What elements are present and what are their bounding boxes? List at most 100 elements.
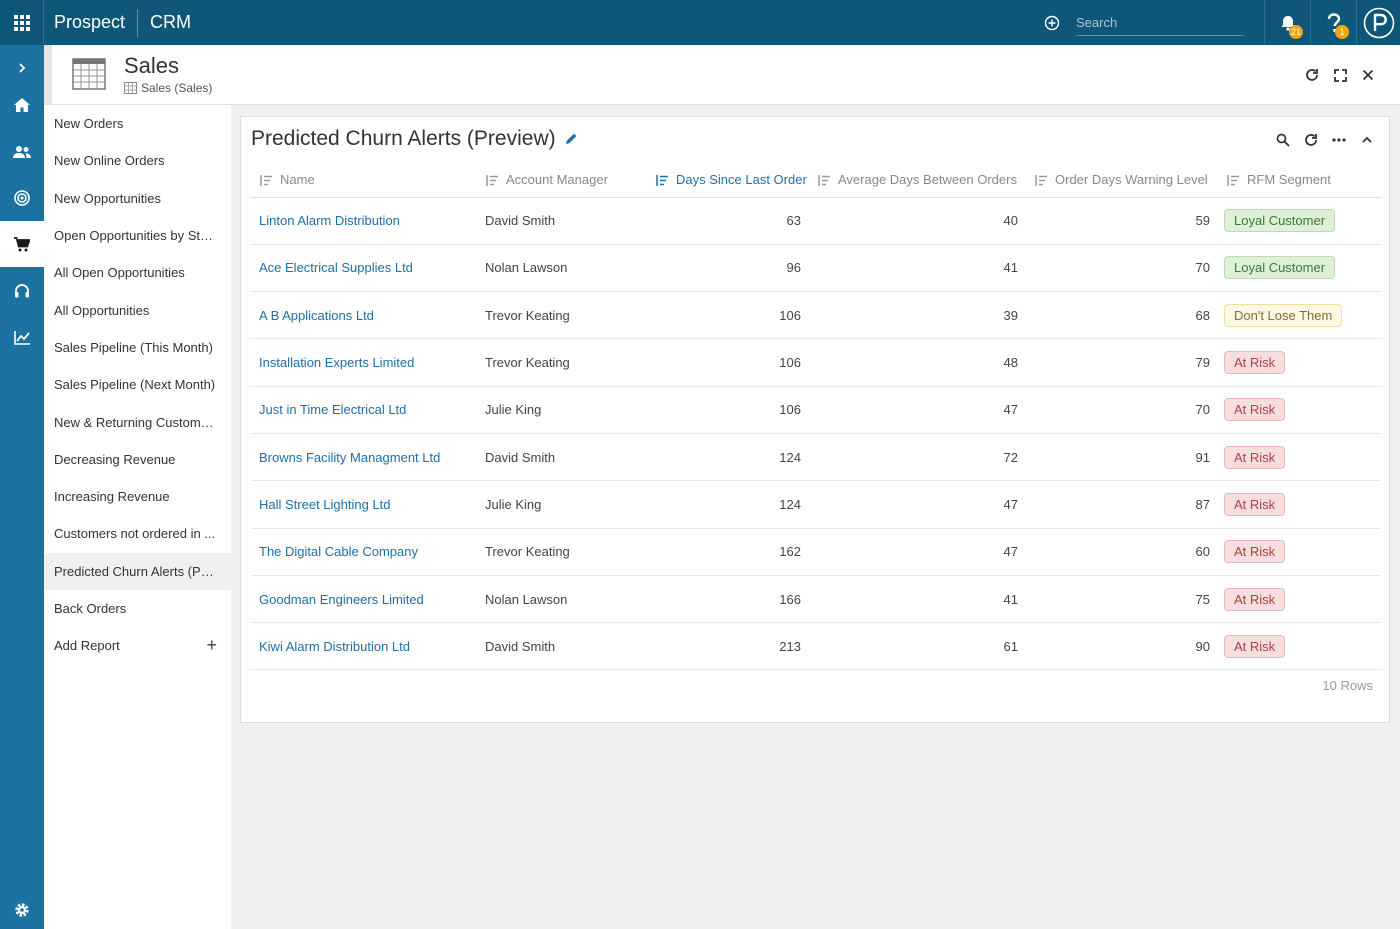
table-row[interactable]: Linton Alarm Distribution David Smith 63 40… [251,197,1381,245]
report-panel: Predicted Churn Alerts (Preview) Name Acc… [240,116,1390,723]
column-header[interactable]: Days Since Last Order [647,163,809,198]
report-item[interactable]: Decreasing Revenue [44,441,231,478]
expand-icon [1333,68,1347,82]
report-list: New Orders New Online Orders New Opportuni… [44,105,231,929]
average-days-between-orders: 41 [809,575,1026,624]
home-icon [14,98,30,112]
refresh-page-button[interactable] [1304,67,1320,83]
table-row[interactable]: Ace Electrical Supplies Ltd Nolan Lawson 9… [251,244,1381,293]
app-name[interactable]: CRM [150,12,191,33]
quick-add-button[interactable] [1042,13,1062,33]
column-header[interactable]: Name [251,163,477,198]
sidebar-item-home[interactable] [0,82,44,128]
report-item-label: Customers not ordered in ... [54,526,216,542]
column-header-label: RFM Segment [1247,172,1331,188]
sidebar-item-sales[interactable] [0,221,44,267]
column-header-label: Days Since Last Order [676,172,807,188]
report-item[interactable]: Customers not ordered in ... [44,515,231,552]
report-item[interactable]: New & Returning Customers [44,403,231,440]
days-since-last-order: 106 [647,338,809,387]
account-name-link[interactable]: Hall Street Lighting Ltd [251,480,477,529]
report-item[interactable]: New Opportunities [44,180,231,217]
table-row[interactable]: Just in Time Electrical Ltd Julie King 106… [251,386,1381,434]
average-days-between-orders: 41 [809,244,1026,293]
rfm-segment-cell: At Risk [1218,622,1381,671]
report-item[interactable]: New Online Orders [44,142,231,179]
report-item-label: New Orders [54,116,124,132]
account-name-link[interactable]: A B Applications Ltd [251,291,477,340]
column-header[interactable]: Account Manager [477,163,647,198]
sidebar-item-analytics[interactable] [0,315,44,361]
days-since-last-order: 166 [647,575,809,624]
report-item[interactable]: Sales Pipeline (Next Month) [44,366,231,403]
refresh-report-button[interactable] [1303,132,1319,148]
order-days-warning-level: 70 [1026,244,1218,293]
user-avatar-button[interactable] [1356,0,1400,45]
account-name-link[interactable]: The Digital Cable Company [251,528,477,576]
table-row[interactable]: Hall Street Lighting Ltd Julie King 124 47 8… [251,480,1381,529]
column-header[interactable]: RFM Segment [1218,163,1381,198]
search-icon [1276,133,1290,147]
brand-separator [137,8,139,37]
sidebar-item-service[interactable] [0,268,44,314]
account-name-link[interactable]: Kiwi Alarm Distribution Ltd [251,622,477,671]
add-report-button[interactable]: Add Report + [44,627,231,664]
table-row[interactable]: Installation Experts Limited Trevor Keati… [251,338,1381,387]
column-header[interactable]: Order Days Warning Level [1026,163,1218,198]
apps-grid-button[interactable] [0,0,44,45]
report-item[interactable]: Sales Pipeline (This Month) [44,329,231,366]
report-item[interactable]: Increasing Revenue [44,478,231,515]
sidebar-item-settings[interactable] [0,887,44,929]
headset-icon [15,284,29,298]
account-name-link[interactable]: Browns Facility Managment Ltd [251,433,477,482]
rfm-segment-cell: At Risk [1218,480,1381,529]
collapse-panel-button[interactable] [1359,132,1375,148]
days-since-last-order: 124 [647,480,809,529]
account-name-link[interactable]: Just in Time Electrical Ltd [251,386,477,434]
table-row[interactable]: A B Applications Ltd Trevor Keating 106 39 6… [251,291,1381,340]
fullscreen-button[interactable] [1332,67,1348,83]
sidebar-item-marketing[interactable] [0,175,44,221]
search-input[interactable] [1076,14,1252,30]
report-item-label: Predicted Churn Alerts (Pre... [54,563,217,579]
account-name-link[interactable]: Linton Alarm Distribution [251,197,477,245]
average-days-between-orders: 47 [809,528,1026,576]
report-item[interactable]: All Opportunities [44,291,231,328]
column-header[interactable]: Average Days Between Orders [809,163,1026,198]
account-name-link[interactable]: Installation Experts Limited [251,338,477,387]
report-item[interactable]: Predicted Churn Alerts (Pre... [44,552,231,590]
table-row[interactable]: Browns Facility Managment Ltd David Smith… [251,433,1381,482]
sidebar-item-contacts[interactable] [0,129,44,175]
search-report-button[interactable] [1275,132,1291,148]
account-name-link[interactable]: Ace Electrical Supplies Ltd [251,244,477,293]
edit-pencil-icon[interactable] [564,132,578,146]
header-accent-bar [44,45,52,105]
report-item[interactable]: Back Orders [44,590,231,627]
account-manager: David Smith [477,197,647,245]
report-item[interactable]: Open Opportunities by Sta... [44,217,231,254]
more-options-button[interactable] [1331,132,1347,148]
account-manager: Trevor Keating [477,528,647,576]
sort-icon [818,175,830,187]
table-row[interactable]: Goodman Engineers Limited Nolan Lawson 166… [251,575,1381,624]
account-name-link[interactable]: Goodman Engineers Limited [251,575,477,624]
table-row[interactable]: Kiwi Alarm Distribution Ltd David Smith 21… [251,622,1381,671]
days-since-last-order: 213 [647,622,809,671]
account-manager: Nolan Lawson [477,575,647,624]
account-manager: David Smith [477,622,647,671]
search-box [1076,10,1252,36]
notifications-button[interactable]: 21 [1264,0,1310,45]
report-item-label: New Online Orders [54,153,165,169]
chevron-right-icon [19,63,26,73]
days-since-last-order: 124 [647,433,809,482]
report-item-label: Back Orders [54,601,127,616]
close-page-button[interactable] [1360,67,1376,83]
order-days-warning-level: 59 [1026,197,1218,245]
help-button[interactable]: 1 [1310,0,1356,45]
report-item[interactable]: All Open Opportunities [44,254,231,291]
sort-icon [1035,175,1047,187]
page-header: Sales Sales (Sales) [44,45,1400,105]
table-row[interactable]: The Digital Cable Company Trevor Keating 1… [251,528,1381,576]
report-item[interactable]: New Orders [44,105,231,142]
close-icon [1362,69,1374,81]
